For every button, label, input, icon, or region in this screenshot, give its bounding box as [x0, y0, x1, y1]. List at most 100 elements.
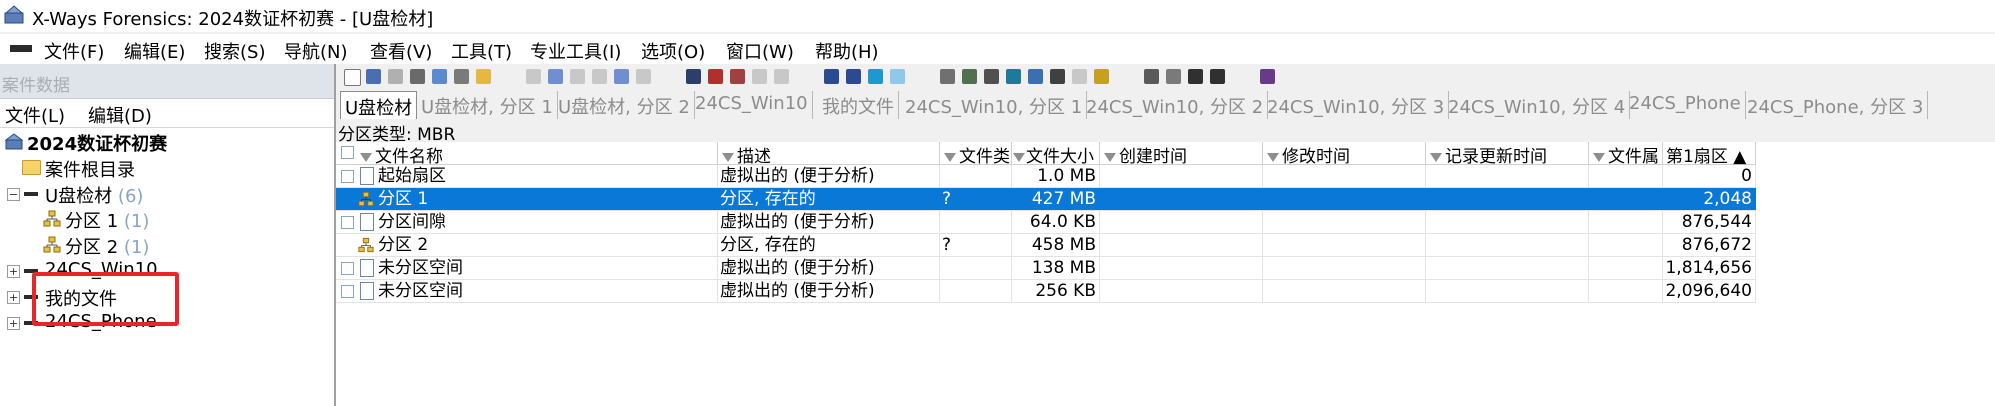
- tab-usb[interactable]: U盘检材: [340, 91, 418, 119]
- tab-phone-partition-3[interactable]: 24CS_Phone, 分区 3: [1743, 91, 1929, 119]
- forward-icon[interactable]: [890, 69, 905, 84]
- cut-icon[interactable]: [570, 69, 585, 84]
- print-icon[interactable]: [410, 69, 425, 84]
- first-sector: 876,672: [1663, 234, 1756, 256]
- table-row[interactable]: 未分区空间 虚拟出的 (便于分析) 256 KB 2,096,640: [336, 280, 1756, 303]
- find-hex-icon[interactable]: [730, 69, 745, 84]
- goto-offset-icon[interactable]: [846, 69, 861, 84]
- menu-edit[interactable]: 编辑(E): [124, 38, 185, 64]
- menu-view[interactable]: 查看(V): [370, 38, 432, 64]
- row-checkbox[interactable]: [341, 262, 354, 275]
- tab-win10-partition-3[interactable]: 24CS_Win10, 分区 3: [1263, 91, 1450, 119]
- tab-win10-partition-1[interactable]: 24CS_Win10, 分区 1: [901, 91, 1088, 119]
- filter-icon[interactable]: [1267, 152, 1279, 162]
- tree-item-partition-2[interactable]: 分区 2 (1): [2, 233, 322, 258]
- column-header-size[interactable]: 文件大小: [1012, 142, 1100, 164]
- find-text-icon[interactable]: [708, 69, 723, 84]
- tab-usb-partition-1[interactable]: U盘检材, 分区 1: [417, 91, 558, 119]
- expand-icon[interactable]: +: [7, 291, 20, 304]
- menu-file[interactable]: 文件(F): [44, 38, 104, 64]
- save-icon[interactable]: [388, 69, 403, 84]
- prev-icon[interactable]: [1188, 69, 1203, 84]
- monitor-icon[interactable]: [1006, 69, 1021, 84]
- open-icon[interactable]: [366, 69, 381, 84]
- highlight-box: [32, 272, 179, 326]
- filter-icon[interactable]: [360, 152, 372, 162]
- next-icon[interactable]: [1210, 69, 1225, 84]
- expand-icon[interactable]: +: [7, 317, 20, 330]
- column-header-attributes[interactable]: 文件属: [1589, 142, 1663, 164]
- tree-label: U盘检材: [45, 186, 113, 207]
- tab-win10[interactable]: 24CS_Win10: [691, 91, 813, 119]
- column-header-modified[interactable]: 修改时间: [1263, 142, 1426, 167]
- back-icon[interactable]: [868, 69, 883, 84]
- table-icon[interactable]: [1166, 69, 1181, 84]
- ram-icon[interactable]: [984, 69, 999, 84]
- table-row[interactable]: 分区 2 分区, 存在的 ? 458 MB 876,672: [336, 234, 1756, 257]
- table-row[interactable]: 未分区空间 虚拟出的 (便于分析) 138 MB 1,814,656: [336, 257, 1756, 280]
- tree-item-partition-1[interactable]: 分区 1 (1): [2, 207, 322, 232]
- menu-specialist[interactable]: 专业工具(I): [530, 38, 621, 64]
- column-header-created[interactable]: 创建时间: [1100, 142, 1263, 167]
- settings-icon[interactable]: [1094, 69, 1109, 84]
- chart-icon[interactable]: [1072, 69, 1087, 84]
- filter-icon[interactable]: [944, 152, 956, 162]
- menu-help[interactable]: 帮助(H): [815, 38, 879, 64]
- table-row[interactable]: 起始扇区 虚拟出的 (便于分析) 1.0 MB 0: [336, 165, 1756, 188]
- tree-item-case-root[interactable]: 2024数证杯初赛: [2, 130, 322, 155]
- filter-icon[interactable]: [722, 152, 734, 162]
- book-icon[interactable]: [1260, 69, 1275, 84]
- collapse-icon[interactable]: −: [7, 188, 20, 201]
- row-checkbox[interactable]: [341, 216, 354, 229]
- menu-search[interactable]: 搜索(S): [204, 38, 265, 64]
- tab-win10-partition-2[interactable]: 24CS_Win10, 分区 2: [1082, 91, 1269, 119]
- row-checkbox[interactable]: [341, 170, 354, 183]
- filter-icon[interactable]: [1593, 152, 1605, 162]
- clipboard-icon[interactable]: [614, 69, 629, 84]
- menu-options[interactable]: 选项(O): [641, 38, 705, 64]
- case-menu-edit[interactable]: 编辑(D): [88, 102, 152, 128]
- search-icon[interactable]: [1028, 69, 1043, 84]
- refine-icon[interactable]: [1144, 69, 1159, 84]
- replace-hex-icon[interactable]: [774, 69, 789, 84]
- open-disk-icon[interactable]: [940, 69, 955, 84]
- fill-icon[interactable]: [636, 69, 651, 84]
- replace-icon[interactable]: [752, 69, 767, 84]
- tree-item-case-root-dir[interactable]: 案件根目录: [2, 156, 322, 181]
- menu-window[interactable]: 窗口(W): [726, 38, 794, 64]
- column-header-type[interactable]: 文件类: [940, 142, 1012, 164]
- comment-icon[interactable]: [1050, 69, 1065, 84]
- table-row[interactable]: 分区间隙 虚拟出的 (便于分析) 64.0 KB 876,544: [336, 211, 1756, 234]
- properties-icon[interactable]: [432, 69, 447, 84]
- expand-icon[interactable]: +: [7, 265, 20, 278]
- menu-navigate[interactable]: 导航(N): [284, 38, 348, 64]
- column-header-description[interactable]: 描述: [718, 142, 940, 167]
- undo-icon[interactable]: [526, 69, 541, 84]
- new-file-icon[interactable]: [344, 69, 361, 86]
- filter-icon[interactable]: [1430, 152, 1442, 162]
- tab-phone[interactable]: 24CS_Phone: [1625, 91, 1746, 119]
- table-row-selected[interactable]: 分区 1 分区, 存在的 ? 427 MB 2,048: [336, 188, 1756, 211]
- tab-win10-partition-4[interactable]: 24CS_Win10, 分区 4: [1444, 91, 1631, 119]
- filter-icon[interactable]: [1104, 152, 1116, 162]
- export-icon[interactable]: [476, 69, 491, 84]
- copy-icon[interactable]: [548, 69, 563, 84]
- filter-icon[interactable]: [1013, 152, 1025, 162]
- paste-icon[interactable]: [592, 69, 607, 84]
- goto-icon[interactable]: [824, 69, 839, 84]
- row-checkbox[interactable]: [341, 285, 354, 298]
- open-image-icon[interactable]: [962, 69, 977, 84]
- column-header-record-changed[interactable]: 记录更新时间: [1426, 142, 1589, 167]
- tab-my-files[interactable]: 我的文件: [818, 91, 899, 119]
- tree-item-usb[interactable]: − U盘检材 (6): [2, 182, 322, 207]
- case-panel-header: 案件数据: [0, 64, 334, 99]
- disk-icon[interactable]: [454, 69, 469, 84]
- find-icon[interactable]: [686, 69, 701, 84]
- case-menu-file[interactable]: 文件(L): [5, 102, 65, 128]
- file-type: ?: [940, 234, 1012, 256]
- select-all-checkbox[interactable]: [341, 146, 354, 159]
- menu-tools[interactable]: 工具(T): [451, 38, 512, 64]
- tab-usb-partition-2[interactable]: U盘检材, 分区 2: [554, 91, 695, 119]
- column-header-name[interactable]: 文件名称: [336, 142, 718, 167]
- column-header-first-sector[interactable]: 第1扇区 ▲: [1663, 142, 1756, 167]
